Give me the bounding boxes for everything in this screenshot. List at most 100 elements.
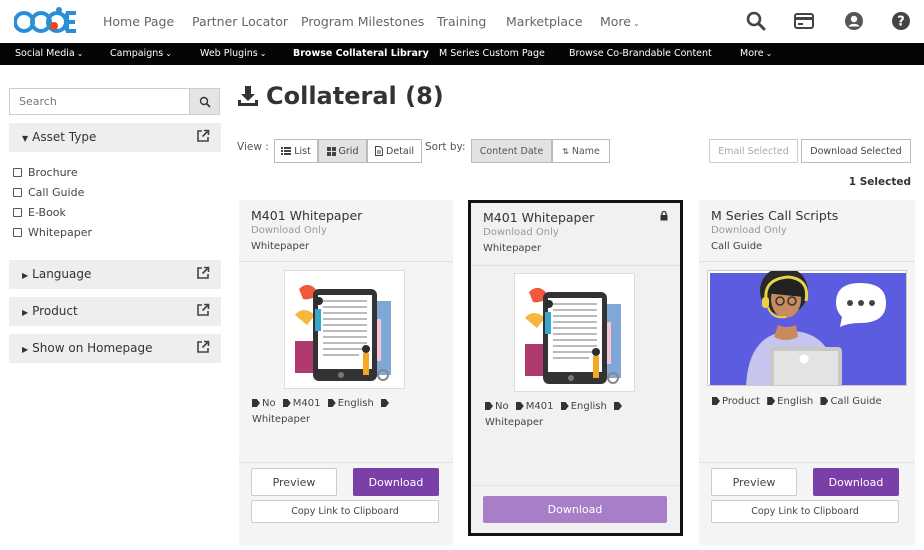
facet-show-on-homepage[interactable]: ▶ Show on Homepage <box>9 334 221 363</box>
checkbox[interactable] <box>13 188 22 197</box>
tag-label: M401 <box>525 401 554 412</box>
copy-link-button[interactable]: Copy Link to Clipboard <box>711 500 899 523</box>
subnav-campaigns[interactable]: Campaigns ⌄ <box>110 48 172 59</box>
credit-card-icon[interactable] <box>794 11 814 31</box>
view-detail-label: Detail <box>386 145 414 157</box>
card-subtitle: Download Only <box>483 227 559 238</box>
tag[interactable]: Call Guide <box>820 394 882 410</box>
tag-icon <box>560 402 569 410</box>
page-title: Collateral (8) <box>266 82 444 110</box>
filter-option-call-guide[interactable]: Call Guide <box>13 185 84 200</box>
checkbox[interactable] <box>13 228 22 237</box>
card-title[interactable]: M Series Call Scripts <box>711 208 838 223</box>
preview-button[interactable]: Preview <box>711 468 797 496</box>
search-input[interactable] <box>10 89 180 114</box>
sort-name-button[interactable]: ⇅ Name <box>552 139 610 163</box>
tag[interactable]: English <box>327 396 374 412</box>
external-link-icon[interactable] <box>196 266 210 280</box>
document-icon <box>375 146 383 156</box>
card-title[interactable]: M401 Whitepaper <box>251 208 362 223</box>
collateral-card-selected[interactable]: M401 Whitepaper Download Only Whitepaper… <box>468 200 683 536</box>
nav-training[interactable]: Training <box>437 14 486 29</box>
subnav-m-series-custom-page[interactable]: M Series Custom Page <box>439 48 545 59</box>
filter-option-whitepaper[interactable]: Whitepaper <box>13 225 92 240</box>
facet-language[interactable]: ▶ Language <box>9 260 221 289</box>
subnav-web-plugins[interactable]: Web Plugins ⌄ <box>200 48 266 59</box>
account-icon[interactable] <box>844 11 864 31</box>
help-icon[interactable]: ? <box>891 11 911 31</box>
tag[interactable]: M401 <box>515 399 554 415</box>
tag-icon <box>485 402 493 410</box>
top-navigation: Home Page Partner Locator Program Milest… <box>0 0 924 43</box>
facet-show-on-homepage-label: Show on Homepage <box>32 341 153 355</box>
subnav-more[interactable]: More ⌄ <box>740 48 772 59</box>
caret-right-icon: ▶ <box>22 271 29 280</box>
tag[interactable]: English <box>560 399 607 415</box>
nav-partner-locator[interactable]: Partner Locator <box>192 14 288 29</box>
caret-right-icon: ▶ <box>22 345 29 354</box>
facet-label: ▼ Asset Type <box>22 130 96 144</box>
collateral-card[interactable]: M401 Whitepaper Download Only Whitepaper… <box>239 200 453 545</box>
facet-product[interactable]: ▶ Product <box>9 297 221 326</box>
tag[interactable]: Whitepaper <box>252 412 310 428</box>
nav-more[interactable]: More ⌄ <box>600 14 640 29</box>
tag-icon <box>767 397 776 405</box>
subnav-social-media-label: Social Media <box>15 48 75 59</box>
copy-link-button[interactable]: Copy Link to Clipboard <box>251 500 439 523</box>
subnav-campaigns-label: Campaigns <box>110 48 164 59</box>
tag-list: Product English Call Guide <box>712 394 912 410</box>
tag[interactable]: No <box>485 399 509 415</box>
preview-button[interactable]: Preview <box>251 468 337 496</box>
subnav-browse-collateral-library[interactable]: Browse Collateral Library <box>293 48 429 59</box>
tag[interactable]: Whitepaper <box>485 415 543 431</box>
sort-content-date-button[interactable]: Content Date <box>471 139 552 163</box>
download-button[interactable]: Download <box>483 496 667 523</box>
whitepaper-thumbnail[interactable] <box>514 273 635 392</box>
tag-label: No <box>262 398 276 409</box>
external-link-icon[interactable] <box>196 129 210 143</box>
search-icon[interactable] <box>746 11 766 31</box>
download-selected-button[interactable]: Download Selected <box>801 139 911 163</box>
nav-program-milestones[interactable]: Program Milestones <box>301 14 424 29</box>
checkbox[interactable] <box>13 208 22 217</box>
filter-option-brochure[interactable]: Brochure <box>13 165 78 180</box>
external-link-icon[interactable] <box>196 340 210 354</box>
filter-option-e-book[interactable]: E-Book <box>13 205 66 220</box>
view-detail-button[interactable]: Detail <box>367 139 422 163</box>
download-button[interactable]: Download <box>353 468 439 496</box>
tag-label: English <box>337 398 374 409</box>
filter-option-label: Brochure <box>28 166 78 179</box>
company-logo[interactable] <box>14 6 78 38</box>
tag[interactable]: No <box>252 396 276 412</box>
subnav-browse-co-brandable-content[interactable]: Browse Co-Brandable Content <box>569 48 712 59</box>
card-title[interactable]: M401 Whitepaper <box>483 210 594 225</box>
facet-asset-type[interactable]: ▼ Asset Type <box>9 123 221 152</box>
tag[interactable]: Product <box>712 394 760 410</box>
nav-home-page[interactable]: Home Page <box>103 14 174 29</box>
whitepaper-thumbnail[interactable] <box>284 270 405 389</box>
view-grid-button[interactable]: Grid <box>318 139 367 163</box>
tag-icon <box>282 399 291 407</box>
sort-content-date-label: Content Date <box>479 145 544 157</box>
tag-label: Whitepaper <box>252 414 311 425</box>
search-button[interactable] <box>189 88 220 115</box>
call-scripts-thumbnail[interactable] <box>707 270 907 386</box>
chevron-down-icon: ⌄ <box>76 49 84 58</box>
nav-marketplace[interactable]: Marketplace <box>506 14 583 29</box>
subnav-social-media[interactable]: Social Media ⌄ <box>15 48 83 59</box>
checkbox[interactable] <box>13 168 22 177</box>
tag[interactable]: M401 <box>282 396 321 412</box>
tag-icon <box>381 399 389 407</box>
filter-option-label: Call Guide <box>28 186 85 199</box>
card-header: M401 Whitepaper Download Only Whitepaper <box>239 200 453 262</box>
card-type: Whitepaper <box>251 241 310 252</box>
download-button[interactable]: Download <box>813 468 899 496</box>
external-link-icon[interactable] <box>196 303 210 317</box>
tag[interactable]: English <box>767 394 813 410</box>
tag-icon <box>614 402 622 410</box>
collateral-card[interactable]: M Series Call Scripts Download Only Call… <box>699 200 915 545</box>
email-selected-button[interactable]: Email Selected <box>709 139 798 163</box>
tablet-illustration <box>295 284 391 381</box>
view-list-button[interactable]: List <box>274 139 318 163</box>
card-divider <box>699 462 915 463</box>
